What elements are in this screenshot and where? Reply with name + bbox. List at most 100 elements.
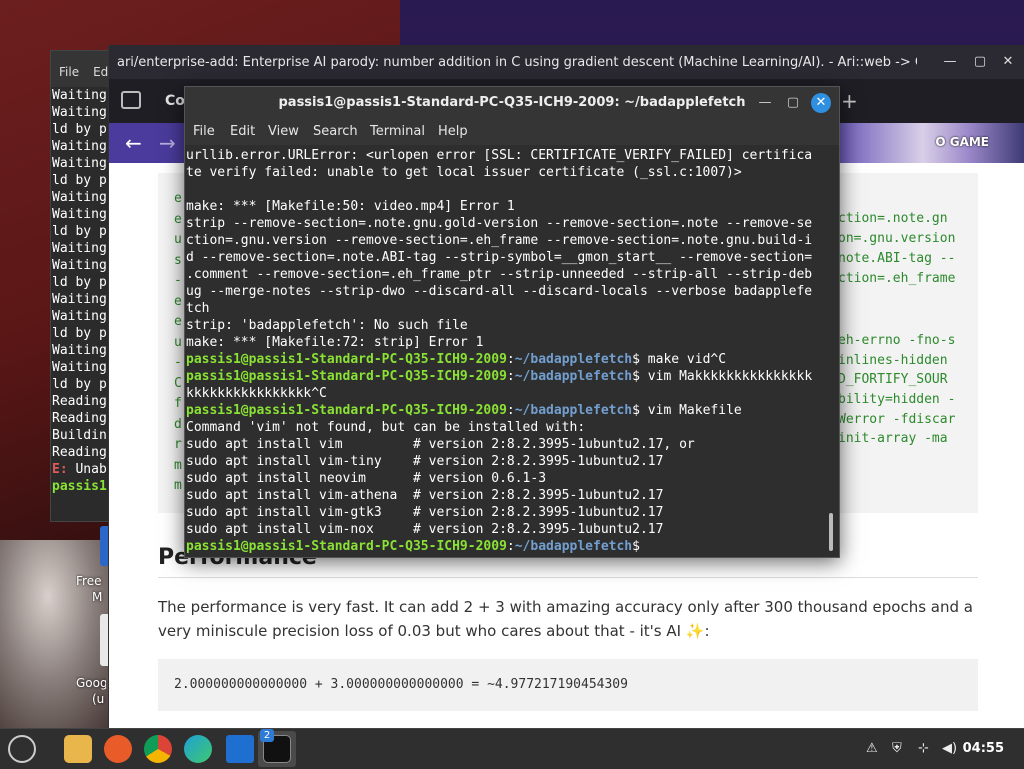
prompt-path: ~/badapplefetch: [514, 369, 633, 384]
command-text: make vid^C: [647, 352, 727, 367]
prompt-end: $: [632, 539, 648, 554]
maximize-icon[interactable]: ▢: [971, 53, 989, 71]
shield-icon[interactable]: ⛨: [892, 741, 902, 756]
prompt-user: passis1@passis1-Standard-PC-Q35-ICH9-200…: [186, 369, 507, 384]
code-line-right: ction=.note.gn: [838, 211, 948, 226]
terminal-line: sudo apt install neovim # version 0.6.1-…: [186, 471, 547, 486]
terminal-minimize-icon[interactable]: —: [755, 93, 775, 113]
prompt-end: $: [632, 352, 648, 367]
terminal-line-prompt: passis1@passis1-Standard-PC-Q35-ICH9-200…: [186, 538, 826, 555]
terminal-line: strip: 'badapplefetch': No such file: [186, 318, 468, 333]
terminal-line: sudo apt install vim-nox # version 2:8.2…: [186, 522, 664, 537]
menu-search[interactable]: Search: [313, 124, 358, 139]
site-banner-image: O GAME: [839, 123, 1024, 163]
performance-paragraph: The performance is very fast. It can add…: [158, 598, 973, 640]
code-line-left: -: [174, 273, 182, 288]
code-line-left: -: [174, 355, 182, 370]
update-icon[interactable]: ⚠: [866, 741, 878, 756]
terminal-line: ction=.gnu.version --remove-section=.eh_…: [186, 233, 813, 248]
bg-menu-file[interactable]: File: [59, 65, 79, 79]
desktop-label-1: Free: [76, 574, 102, 588]
code-line-left: m: [174, 478, 182, 493]
files-icon[interactable]: [64, 735, 92, 763]
code-line-left: m: [174, 457, 182, 473]
menu-file[interactable]: File: [193, 124, 215, 139]
new-tab-icon[interactable]: +: [841, 89, 858, 113]
error-text: Unab: [75, 462, 107, 477]
desktop-label-3: Goog: [76, 676, 106, 690]
taskbar: 2 ⚠ ⛨ ⊹ ◀) 04:55: [0, 728, 1024, 769]
terminal-line: sudo apt install vim-tiny # version 2:8.…: [186, 454, 664, 469]
terminal-line: sudo apt install vim # version 2:8.2.399…: [186, 437, 695, 452]
firefox-icon[interactable]: [104, 735, 132, 763]
prompt-path: ~/badapplefetch: [514, 403, 633, 418]
terminal-close-icon[interactable]: ✕: [811, 93, 831, 113]
chrome-icon[interactable]: [144, 735, 172, 763]
prompt-user: passis1@passis1-Standard-PC-Q35-ICH9-200…: [186, 403, 507, 418]
edge-dev-icon[interactable]: [184, 735, 212, 763]
container-tab-icon[interactable]: [121, 91, 141, 109]
heading-divider: [158, 577, 978, 578]
terminal-output[interactable]: urllib.error.URLError: <urlopen error [S…: [186, 147, 826, 555]
menu-help[interactable]: Help: [438, 124, 468, 139]
banner-text: O GAME: [935, 135, 989, 149]
terminal-titlebar[interactable]: passis1@passis1-Standard-PC-Q35-ICH9-200…: [185, 87, 839, 119]
menu-edit[interactable]: Edit: [230, 124, 255, 139]
clock[interactable]: 04:55: [963, 741, 1004, 756]
code-line-right: note.ABI-tag --: [838, 251, 956, 266]
prompt-path: ~/badapplefetch: [514, 352, 633, 367]
code-line-right: D_FORTIFY_SOUR: [838, 372, 948, 387]
terminal-menubar: File Edit View Search Terminal Help: [185, 119, 839, 145]
forward-arrow-icon[interactable]: →: [159, 131, 176, 155]
volume-icon[interactable]: ◀): [942, 741, 957, 756]
code-line-right: on=.gnu.version: [838, 231, 956, 246]
terminal-line: urllib.error.URLError: <urlopen error [S…: [186, 148, 813, 163]
remote-desktop-icon[interactable]: [226, 735, 254, 763]
code-line-left: u: [174, 232, 182, 247]
code-line-left: C: [174, 375, 182, 391]
terminal-line: d --remove-section=.note.ABI-tag --strip…: [186, 250, 813, 265]
terminal-line-cmd3: passis1@passis1-Standard-PC-Q35-ICH9-200…: [186, 402, 826, 419]
terminal-line: strip --remove-section=.note.gnu.gold-ve…: [186, 216, 813, 231]
mint-menu-icon[interactable]: [8, 735, 36, 763]
terminal-line: tch: [186, 301, 210, 316]
terminal-line: make: *** [Makefile:50: video.mp4] Error…: [186, 199, 515, 214]
browser-titlebar[interactable]: ari/enterprise-add: Enterprise AI parody…: [109, 45, 1024, 79]
close-icon[interactable]: ✕: [999, 53, 1017, 71]
terminal-output-vim: Command 'vim' not found, but can be inst…: [186, 419, 826, 538]
terminal-line: .comment --remove-section=.eh_frame_ptr …: [186, 267, 813, 282]
result-code: 2.000000000000000 + 3.000000000000000 = …: [174, 677, 628, 692]
code-line-left: r: [174, 437, 182, 452]
terminal-line: sudo apt install vim-athena # version 2:…: [186, 488, 664, 503]
code-line-left: e: [174, 293, 182, 309]
code-line-left: e: [174, 191, 182, 206]
window-count-badge: 2: [260, 729, 274, 742]
minimize-icon[interactable]: —: [941, 53, 959, 71]
command-text: vim Makefile: [647, 403, 742, 418]
command-text: vim Makkkkkkkkkkkkkkk: [647, 369, 813, 384]
terminal-window[interactable]: passis1@passis1-Standard-PC-Q35-ICH9-200…: [184, 86, 840, 558]
terminal-line-cmd2: passis1@passis1-Standard-PC-Q35-ICH9-200…: [186, 368, 826, 385]
desktop-label-2: M: [92, 590, 103, 604]
back-arrow-icon[interactable]: ←: [125, 131, 142, 155]
code-line-right: eh-errno -fno-s: [838, 333, 956, 348]
menu-view[interactable]: View: [268, 124, 299, 139]
prompt-sep: :: [506, 403, 515, 418]
terminal-maximize-icon[interactable]: ▢: [783, 93, 803, 113]
code-line-right: inlines-hidden: [838, 353, 948, 368]
error-prefix: E:: [52, 462, 68, 477]
code-line-left: f: [174, 396, 182, 411]
menu-terminal[interactable]: Terminal: [370, 124, 425, 139]
code-line-right: Werror -fdiscar: [838, 412, 956, 427]
terminal-line-cmd1: passis1@passis1-Standard-PC-Q35-ICH9-200…: [186, 351, 826, 368]
code-line-right: bility=hidden -: [838, 392, 956, 407]
code-line-right: ction=.eh_frame: [838, 271, 956, 286]
network-icon[interactable]: ⊹: [918, 741, 929, 756]
bg-menu-edit[interactable]: Ed: [93, 65, 108, 79]
result-code-block: 2.000000000000000 + 3.000000000000000 = …: [158, 659, 978, 711]
terminal-scrollbar[interactable]: [829, 513, 833, 551]
prompt-sep: :: [506, 352, 515, 367]
terminal-line: make: *** [Makefile:72: strip] Error 1: [186, 335, 484, 350]
prompt-path: ~/badapplefetch: [514, 539, 633, 554]
